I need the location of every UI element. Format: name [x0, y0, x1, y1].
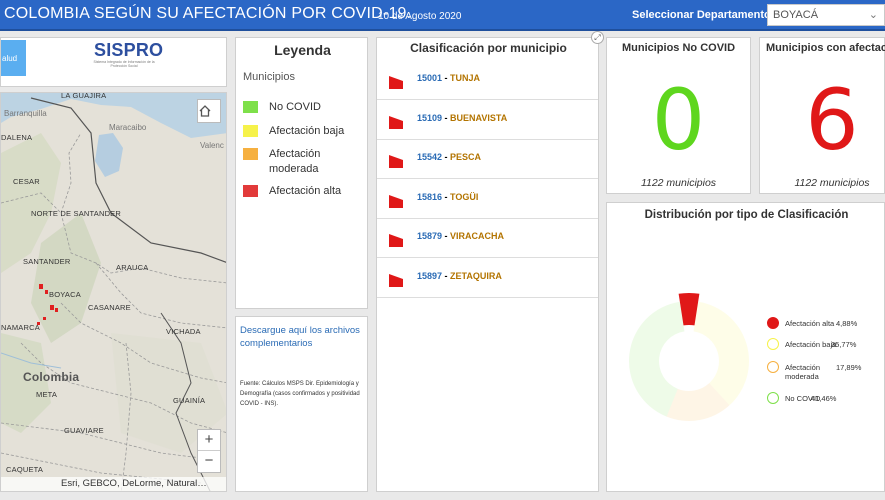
department-select[interactable]: BOYACÁ ⌄	[767, 4, 885, 26]
legend-swatch-baja	[243, 125, 258, 137]
kpi-no-covid-footer: 1122 municipios	[640, 177, 717, 189]
map-label-colombia: Colombia	[23, 370, 80, 384]
municipality-label: 15109 - BUENAVISTA	[417, 112, 508, 123]
municipality-label: 15001 - TUNJA	[417, 73, 481, 83]
map-panel[interactable]: LA GUAJIRA DALENA Barranquilla Maracaibo…	[0, 92, 227, 492]
flag-icon	[389, 155, 403, 168]
data-source-text: Fuente: Cálculos MSPS Dir. Epidemiología…	[240, 381, 360, 407]
table-row[interactable]: 15816 - TOGÜI	[377, 179, 598, 219]
legend-swatch-alta	[243, 185, 258, 197]
legend-swatch-no-covid	[243, 101, 258, 113]
legend-dot-icon	[767, 361, 779, 373]
map-label-santander: SANTANDER	[23, 257, 71, 266]
download-link[interactable]: Descargue aquí los archivos complementar…	[240, 324, 364, 350]
flag-icon	[389, 234, 403, 247]
kpi-no-covid-title: Municipios No COVID	[621, 42, 736, 54]
zoom-out-button[interactable]: −	[198, 451, 220, 472]
map-label-caqueta: CAQUETA	[6, 465, 44, 474]
table-row[interactable]: 15897 - ZETAQUIRA	[377, 258, 598, 298]
department-select-label: Seleccionar Departamento	[632, 9, 771, 21]
map-label-guaviare: GUAVIARE	[64, 426, 104, 435]
map-label-cundinamarca: NAMARCA	[1, 323, 40, 332]
chart-legend-label: Afectación alta	[785, 319, 835, 328]
zoom-in-button[interactable]: +	[198, 430, 220, 451]
flag-icon	[389, 115, 403, 129]
flag-icon	[389, 76, 403, 89]
flag-icon	[389, 194, 403, 208]
sispro-logo-subtitle: Sistema Integrado de Información de la P…	[93, 60, 155, 68]
map-label-guajira: LA GUAJIRA	[61, 92, 107, 100]
chart-legend-label: Afectación moderada	[785, 363, 821, 381]
table-row[interactable]: 15109 - BUENAVISTA	[377, 100, 598, 140]
home-icon[interactable]	[197, 99, 221, 123]
map-label-boyaca: BOYACA	[49, 290, 81, 299]
distribution-chart-panel: Distribución por tipo de Clasificación A…	[606, 202, 885, 492]
kpi-no-covid-value: 0	[651, 71, 706, 169]
department-select-value: BOYACÁ	[773, 9, 819, 21]
map-label-cesar: CESAR	[13, 177, 40, 186]
legend-title: Leyenda	[274, 42, 331, 58]
municipality-label: 15879 - VIRACACHA	[417, 231, 505, 241]
table-row[interactable]: 15542 - PESCA	[377, 139, 598, 179]
map-label-valencia: Valenc	[200, 141, 224, 150]
map-label-meta: META	[36, 390, 58, 399]
salud-button[interactable]: alud	[1, 40, 26, 76]
chart-legend-value: 41,46%	[811, 394, 837, 403]
sispro-logo: SISPRO	[94, 40, 164, 60]
legend-dot-icon	[767, 392, 779, 404]
map-label-barranquilla: Barranquilla	[4, 109, 47, 118]
municipality-label: 15542 - PESCA	[417, 152, 482, 162]
legend-dot-icon	[767, 338, 779, 350]
chevron-down-icon: ⌄	[868, 9, 878, 21]
expand-icon[interactable]: ⤢	[591, 31, 604, 44]
table-row[interactable]: 15001 - TUNJA	[377, 60, 598, 100]
map-attribution: Esri, GEBCO, DeLorme, Natural…	[1, 477, 226, 491]
legend-panel: Leyenda Municipios No COVID Afectación b…	[235, 37, 368, 309]
table-row[interactable]: 15879 - VIRACACHA	[377, 218, 598, 258]
classification-title: Clasificación por municipio	[410, 41, 567, 55]
chart-legend-value: 17,89%	[836, 363, 862, 372]
logo-panel: alud SISPRO Sistema Integrado de Informa…	[0, 37, 227, 87]
map-canvas[interactable]	[1, 93, 227, 492]
chart-legend-value: 4,88%	[836, 319, 858, 328]
map-label-arauca: ARAUCA	[116, 263, 149, 272]
map-label-guainia: GUAINÍA	[173, 396, 206, 405]
classification-panel: Clasificación por municipio 15001 - TUNJ…	[376, 37, 599, 492]
kpi-afectacion-card: Municipios con afectación 6 1122 municip…	[759, 37, 885, 194]
map-label-casanare: CASANARE	[88, 303, 131, 312]
flag-icon	[389, 273, 403, 287]
legend-dot-icon	[767, 317, 779, 329]
report-date: 10 de Agosto 2020	[378, 11, 462, 22]
legend-subtitle: Municipios	[243, 71, 295, 83]
kpi-afectacion-value: 6	[805, 71, 859, 169]
zoom-control: + −	[197, 429, 221, 473]
header-bar: COLOMBIA SEGÚN SU AFECTACIÓN POR COVID-1…	[0, 0, 885, 31]
download-panel: Descargue aquí los archivos complementar…	[235, 316, 368, 492]
map-label-maracaibo: Maracaibo	[109, 123, 147, 132]
kpi-afectacion-footer: 1122 municipios	[794, 177, 870, 189]
dashboard-title: COLOMBIA SEGÚN SU AFECTACIÓN POR COVID-1…	[4, 5, 412, 22]
map-label-norte-santander: NORTE DE SANTANDER	[31, 209, 122, 218]
municipality-label: 15897 - ZETAQUIRA	[417, 270, 502, 281]
kpi-no-covid-card: Municipios No COVID 0 1122 municipios	[606, 37, 751, 194]
map-label-magdalena: DALENA	[1, 133, 33, 142]
kpi-afectacion-title: Municipios con afectación	[766, 42, 885, 54]
map-label-vichada: VICHADA	[166, 327, 201, 336]
municipality-label: 15816 - TOGÜI	[417, 191, 479, 202]
chart-legend-value: 35,77%	[831, 340, 857, 349]
legend-swatch-moderada	[243, 148, 258, 160]
